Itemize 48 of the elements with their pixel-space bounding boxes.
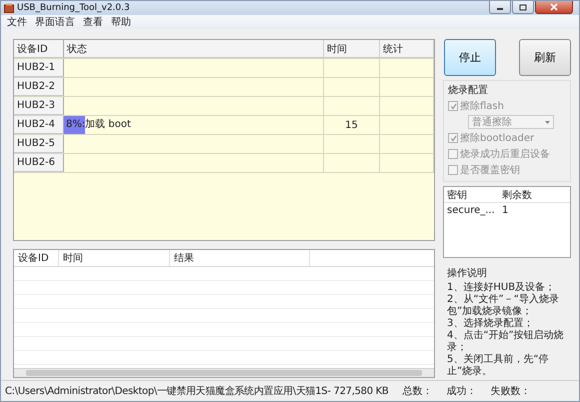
table-cell-text: 1 [501,205,510,216]
column-header: 时间 [324,40,380,58]
instruction-step: 5、关闭工具前，先“停止”烧录。 [447,354,569,378]
app-icon [4,3,14,13]
close-button[interactable] [535,1,573,14]
instruction-step: 3、选择烧录配置； [447,318,569,330]
column-header: 结果 [170,250,310,266]
row-header: HUB2-4 [14,116,64,134]
row-header: HUB2-3 [14,97,64,115]
menu-item[interactable]: 查看 [83,15,103,29]
column-header: 密钥 [446,188,468,202]
horizontal-scrollbar[interactable] [14,368,434,377]
close-icon [550,3,558,11]
caret-icon [545,120,550,124]
instruction-step: 4、点击“开始”按钮启动烧录； [447,330,569,354]
maximize-button[interactable] [512,1,534,14]
column-header: 设备ID [14,250,59,266]
window-title: USB_Burning_Tool_v2.0.3 [17,3,130,13]
checkbox-label: 是否覆盖密钥 [460,164,520,177]
checkbox-label: 烧录成功后重启设备 [460,148,550,161]
minimize-button[interactable] [489,1,511,14]
instructions-title: 操作说明 [447,267,488,280]
column-header: 设备ID [14,40,64,58]
action-button[interactable]: 停止 [444,39,496,76]
file-path: C:\Users\Administrator\Desktop\一键禁用天猫魔盒系统内置应用\天猫1S- 727,580 KB [5,384,388,398]
column-header: 时间 [59,250,170,266]
instruction-step: 2、从“文件”－“导入烧录包”加载烧录镜像； [447,294,569,318]
row-header: HUB2-6 [14,154,64,172]
row-header: HUB2-1 [14,59,64,77]
menu-item[interactable]: 界面语言 [35,15,75,29]
checkbox-label: 擦除flash [460,100,504,113]
column-header: 统计 [380,40,434,58]
time-cell: 15 [345,120,358,130]
column-header: 剩余数 [501,188,533,202]
table-cell-text: secure_... [446,205,496,216]
action-button[interactable]: 刷新 [519,39,571,76]
instruction-step: 1、连接好HUB及设备； [447,282,569,294]
row-header: HUB2-2 [14,78,64,96]
menu-item[interactable]: 文件 [7,15,27,29]
checkbox-label: 擦除bootloader [460,132,534,145]
failed-label: 失败数： [490,384,530,398]
menu-item[interactable]: 帮助 [111,15,131,29]
maximize-icon [519,4,527,10]
success-label: 成功： [446,384,476,398]
group-title: 烧录配置 [448,84,489,97]
column-header: 状态 [64,40,324,58]
row-header: HUB2-5 [14,135,64,153]
total-label: 总数： [402,384,432,398]
